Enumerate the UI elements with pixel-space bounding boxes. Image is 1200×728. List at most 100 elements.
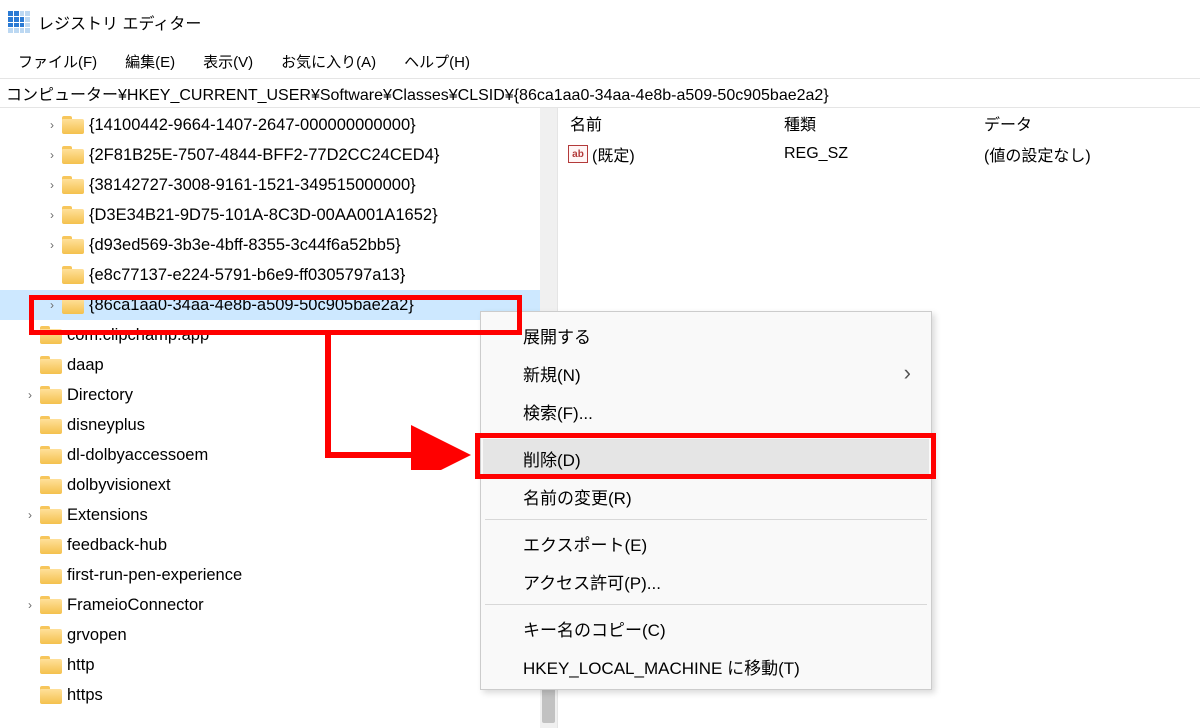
chevron-right-icon[interactable]: › xyxy=(44,237,60,253)
cm-permissions[interactable]: アクセス許可(P)... xyxy=(483,562,929,600)
folder-icon xyxy=(62,176,84,194)
tree-item[interactable]: › {d93ed569-3b3e-4bff-8355-3c44f6a52bb5} xyxy=(0,230,557,260)
tree-item[interactable]: ›com.clipchamp.app xyxy=(0,320,557,350)
tree-item[interactable]: ›dl-dolbyaccessoem xyxy=(0,440,557,470)
menubar: ファイル(F) 編集(E) 表示(V) お気に入り(A) ヘルプ(H) xyxy=(0,44,1200,78)
chevron-right-icon[interactable]: › xyxy=(22,597,38,613)
menu-view[interactable]: 表示(V) xyxy=(189,46,267,77)
tree-item[interactable]: ›first-run-pen-experience xyxy=(0,560,557,590)
cm-expand[interactable]: 展開する xyxy=(483,316,929,354)
tree-item[interactable]: ›dolbyvisionext xyxy=(0,470,557,500)
folder-icon xyxy=(62,146,84,164)
folder-icon xyxy=(40,476,62,494)
tree-item-label: FrameioConnector xyxy=(67,596,204,615)
folder-icon xyxy=(40,656,62,674)
chevron-right-icon[interactable]: › xyxy=(44,117,60,133)
value-type: REG_SZ xyxy=(784,145,984,163)
cm-separator xyxy=(485,434,927,435)
tree-item[interactable]: › FrameioConnector xyxy=(0,590,557,620)
context-menu: 展開する 新規(N) 検索(F)... 削除(D) 名前の変更(R) エクスポー… xyxy=(480,311,932,690)
tree-item[interactable]: ›https xyxy=(0,680,557,710)
tree-item-label: {e8c77137-e224-5791-b6e9-ff0305797a13} xyxy=(89,266,405,285)
cm-export[interactable]: エクスポート(E) xyxy=(483,524,929,562)
cm-find[interactable]: 検索(F)... xyxy=(483,392,929,430)
cm-copy-key-name[interactable]: キー名のコピー(C) xyxy=(483,609,929,647)
menu-edit[interactable]: 編集(E) xyxy=(111,46,189,77)
tree-item-label: Directory xyxy=(67,386,133,405)
folder-icon xyxy=(40,326,62,344)
tree-item[interactable]: ›disneyplus xyxy=(0,410,557,440)
tree-item-label: {2F81B25E-7507-4844-BFF2-77D2CC24CED4} xyxy=(89,146,439,165)
menu-file[interactable]: ファイル(F) xyxy=(4,46,111,77)
tree-item[interactable]: › {D3E34B21-9D75-101A-8C3D-00AA001A1652} xyxy=(0,200,557,230)
string-value-icon: ab xyxy=(568,145,588,163)
header-type[interactable]: 種類 xyxy=(784,111,984,135)
tree-item[interactable]: ›grvopen xyxy=(0,620,557,650)
tree-item[interactable]: ›feedback-hub xyxy=(0,530,557,560)
tree-item-label: {D3E34B21-9D75-101A-8C3D-00AA001A1652} xyxy=(89,206,438,225)
menu-favorites[interactable]: お気に入り(A) xyxy=(267,46,390,77)
tree-item-label: https xyxy=(67,686,103,705)
chevron-right-icon[interactable]: › xyxy=(22,507,38,523)
address-text: コンピューター¥HKEY_CURRENT_USER¥Software¥Class… xyxy=(6,81,829,105)
address-bar[interactable]: コンピューター¥HKEY_CURRENT_USER¥Software¥Class… xyxy=(0,78,1200,108)
cm-new[interactable]: 新規(N) xyxy=(483,354,929,392)
tree-item[interactable]: › Directory xyxy=(0,380,557,410)
tree-item-label: disneyplus xyxy=(67,416,145,435)
header-name[interactable]: 名前 xyxy=(564,111,784,135)
folder-icon xyxy=(40,536,62,554)
main-split: ›{14100442-9664-1407-2647-000000000000}›… xyxy=(0,108,1200,728)
folder-icon xyxy=(62,206,84,224)
tree-item[interactable]: › {38142727-3008-9161-1521-349515000000} xyxy=(0,170,557,200)
folder-icon xyxy=(40,506,62,524)
tree-item-label: {38142727-3008-9161-1521-349515000000} xyxy=(89,176,416,195)
tree-item[interactable]: ›daap xyxy=(0,350,557,380)
folder-icon xyxy=(40,566,62,584)
header-data[interactable]: データ xyxy=(984,111,1194,135)
tree-item-label: com.clipchamp.app xyxy=(67,326,209,345)
tree-item-label: {14100442-9664-1407-2647-000000000000} xyxy=(89,116,416,135)
tree-item[interactable]: › {14100442-9664-1407-2647-000000000000} xyxy=(0,110,557,140)
folder-icon xyxy=(40,596,62,614)
tree-item[interactable]: ›http xyxy=(0,650,557,680)
menu-help[interactable]: ヘルプ(H) xyxy=(390,46,484,77)
chevron-right-icon[interactable]: › xyxy=(44,147,60,163)
folder-icon xyxy=(62,266,84,284)
folder-icon xyxy=(40,386,62,404)
list-header: 名前 種類 データ xyxy=(558,108,1200,138)
tree-item[interactable]: › {2F81B25E-7507-4844-BFF2-77D2CC24CED4} xyxy=(0,140,557,170)
folder-icon xyxy=(40,356,62,374)
tree-pane: ›{14100442-9664-1407-2647-000000000000}›… xyxy=(0,108,558,728)
tree-item-label: feedback-hub xyxy=(67,536,167,555)
tree-item-label: {d93ed569-3b3e-4bff-8355-3c44f6a52bb5} xyxy=(89,236,401,255)
tree-item-label: first-run-pen-experience xyxy=(67,566,242,585)
tree-item-label: {86ca1aa0-34aa-4e8b-a509-50c905bae2a2} xyxy=(89,296,414,315)
app-icon xyxy=(8,11,30,33)
cm-delete[interactable]: 削除(D) xyxy=(483,439,929,477)
chevron-right-icon[interactable]: › xyxy=(22,387,38,403)
tree-item-label: http xyxy=(67,656,95,675)
tree-item-label: dolbyvisionext xyxy=(67,476,171,495)
window-title: レジストリ エディター xyxy=(38,10,201,34)
folder-icon xyxy=(40,416,62,434)
value-data: (値の設定なし) xyxy=(984,142,1194,166)
titlebar: レジストリ エディター xyxy=(0,0,1200,44)
folder-icon xyxy=(62,296,84,314)
cm-move-to-hklm[interactable]: HKEY_LOCAL_MACHINE に移動(T) xyxy=(483,647,929,685)
tree-item-label: grvopen xyxy=(67,626,127,645)
folder-icon xyxy=(40,686,62,704)
cm-rename[interactable]: 名前の変更(R) xyxy=(483,477,929,515)
list-row[interactable]: ab (既定) REG_SZ (値の設定なし) xyxy=(558,138,1200,170)
folder-icon xyxy=(62,236,84,254)
chevron-right-icon[interactable]: › xyxy=(44,177,60,193)
tree-item[interactable]: › {86ca1aa0-34aa-4e8b-a509-50c905bae2a2} xyxy=(0,290,557,320)
tree-item-label: dl-dolbyaccessoem xyxy=(67,446,208,465)
tree-item[interactable]: › Extensions xyxy=(0,500,557,530)
tree-item[interactable]: ›{e8c77137-e224-5791-b6e9-ff0305797a13} xyxy=(0,260,557,290)
chevron-right-icon[interactable]: › xyxy=(44,207,60,223)
chevron-right-icon[interactable]: › xyxy=(44,297,60,313)
tree-item-label: Extensions xyxy=(67,506,148,525)
scrollbar-thumb[interactable] xyxy=(542,688,555,723)
folder-icon xyxy=(40,446,62,464)
cm-separator xyxy=(485,519,927,520)
